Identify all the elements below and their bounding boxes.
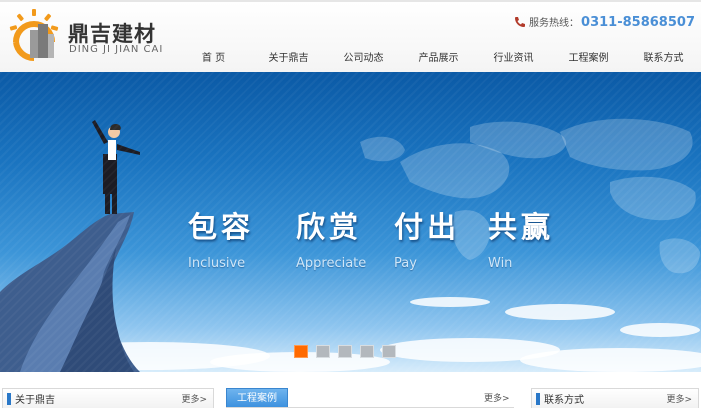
site-header: 鼎吉建材 DING JI JIAN CAI 服务热线： 0311-85868507…: [0, 0, 701, 72]
slide-dot-4[interactable]: [360, 345, 374, 358]
banner-slogans: 包容 Inclusive 欣赏 Appreciate 付出 Pay 共赢 Win: [188, 204, 568, 274]
nav-item-cases[interactable]: 工程案例: [551, 46, 626, 72]
phone-icon: [515, 17, 526, 27]
nav-item-industry[interactable]: 行业资讯: [476, 46, 551, 72]
slide-dot-5[interactable]: [382, 345, 396, 358]
service-hotline: 服务热线： 0311-85868507: [514, 14, 695, 30]
about-title: 关于鼎吉: [15, 395, 55, 406]
nav-item-products[interactable]: 产品展示: [401, 46, 476, 72]
slide-dot-3[interactable]: [338, 345, 352, 358]
hotline-number[interactable]: 0311-85868507: [581, 15, 695, 30]
about-more-link[interactable]: 更多>: [181, 392, 207, 405]
brand-name-en: DING JI JIAN CAI: [69, 44, 164, 55]
contact-more-link[interactable]: 更多>: [666, 392, 692, 405]
section-marker: [7, 393, 11, 405]
site-logo[interactable]: 鼎吉建材 DING JI JIAN CAI: [6, 8, 166, 62]
slogan-pay: 付出 Pay: [394, 210, 461, 271]
nav-item-news[interactable]: 公司动态: [326, 46, 401, 72]
nav-item-about[interactable]: 关于鼎吉: [251, 46, 326, 72]
nav-item-contact[interactable]: 联系方式: [626, 46, 701, 72]
slide-dot-1[interactable]: [294, 345, 308, 358]
slogan-appreciate: 欣赏 Appreciate: [296, 210, 367, 271]
hero-banner[interactable]: 包容 Inclusive 欣赏 Appreciate 付出 Pay 共赢 Win: [0, 72, 701, 372]
about-panel-header: 关于鼎吉 更多>: [2, 388, 214, 408]
section-marker: [536, 393, 540, 405]
slide-dot-2[interactable]: [316, 345, 330, 358]
main-nav: 首 页 关于鼎吉 公司动态 产品展示 行业资讯 工程案例 联系方式: [176, 46, 701, 72]
contact-title: 联系方式: [544, 395, 584, 406]
cases-more-link[interactable]: 更多>: [484, 391, 510, 404]
slide-indicators: [294, 345, 404, 358]
slogan-win: 共赢 Win: [488, 210, 555, 271]
contact-panel-header: 联系方式 更多>: [531, 388, 699, 408]
slogan-inclusive: 包容 Inclusive: [188, 210, 255, 271]
tab-cases[interactable]: 工程案例: [226, 388, 288, 408]
sun-building-logo-icon: [9, 9, 59, 62]
nav-item-home[interactable]: 首 页: [176, 46, 251, 72]
hotline-label: 服务热线：: [529, 18, 580, 29]
